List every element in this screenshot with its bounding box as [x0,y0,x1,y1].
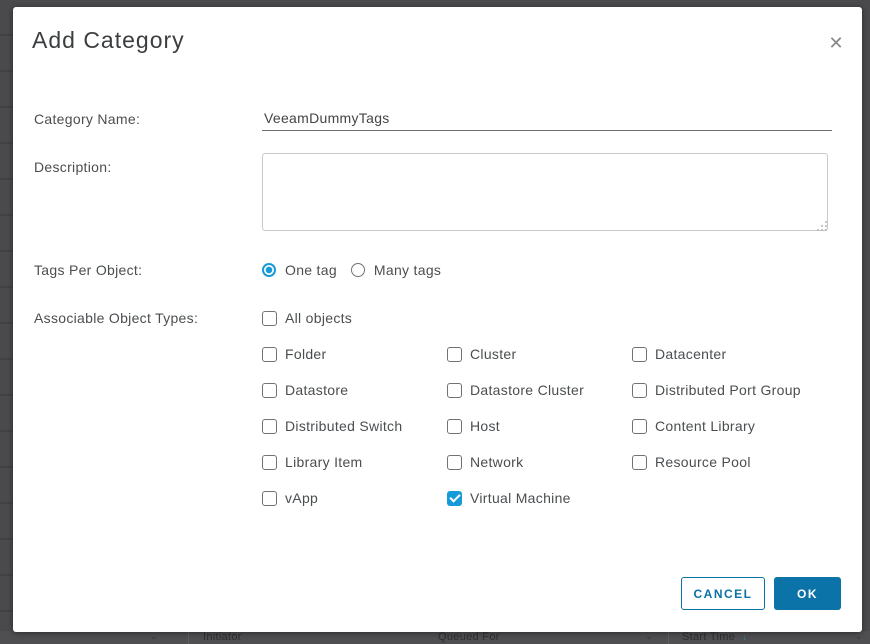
dialog-title: Add Category [32,27,185,54]
checkbox-label: Resource Pool [655,454,751,470]
category-name-input[interactable] [262,105,832,131]
column-header-initiator: Initiator [203,631,242,644]
checkbox-icon [262,311,277,326]
add-category-dialog: Add Category ✕ Category Name: Descriptio… [13,7,862,632]
checkbox-virtual-machine[interactable]: Virtual Machine [447,490,632,506]
checkbox-icon [262,383,277,398]
radio-icon [351,263,365,277]
chevron-down-icon: ⌄ [150,631,158,643]
checkbox-icon [262,491,277,506]
checkbox-icon [447,491,462,506]
associable-object-types-label: Associable Object Types: [34,310,198,326]
checkbox-label: Cluster [470,346,516,362]
checkbox-cluster[interactable]: Cluster [447,346,632,362]
checkbox-label: Host [470,418,500,434]
checkbox-label: vApp [285,490,318,506]
checkbox-label: Library Item [285,454,363,470]
checkbox-icon [447,455,462,470]
background-left-strip [0,0,13,644]
column-divider [188,631,189,644]
checkbox-icon [632,347,647,362]
checkbox-icon [632,419,647,434]
checkbox-label: Virtual Machine [470,490,571,506]
checkbox-icon [262,455,277,470]
checkbox-icon [632,383,647,398]
checkbox-host[interactable]: Host [447,418,632,434]
checkbox-label: Datastore [285,382,348,398]
checkbox-label: Network [470,454,523,470]
checkbox-datacenter[interactable]: Datacenter [632,346,827,362]
checkbox-label: Datacenter [655,346,726,362]
checkbox-label: Distributed Port Group [655,382,801,398]
background-task-table-header: ⌄ Initiator Queued For ⌄ Start Time ↓ ⌄ [0,631,870,644]
ok-button[interactable]: OK [774,577,841,610]
radio-label: Many tags [374,262,441,278]
sort-descending-icon: ↓ [742,631,747,644]
checkbox-label: Datastore Cluster [470,382,584,398]
checkbox-icon [632,455,647,470]
checkbox-library-item[interactable]: Library Item [262,454,447,470]
checkbox-datastore[interactable]: Datastore [262,382,447,398]
radio-many-tags[interactable]: Many tags [351,262,441,278]
checkbox-label: Content Library [655,418,755,434]
checkbox-resource-pool[interactable]: Resource Pool [632,454,827,470]
tags-per-object-label: Tags Per Object: [34,262,142,278]
column-header-queued-for: Queued For [438,631,500,644]
close-icon[interactable]: ✕ [824,31,848,55]
chevron-down-icon: ⌄ [645,631,653,643]
checkbox-network[interactable]: Network [447,454,632,470]
category-name-label: Category Name: [34,111,140,127]
chevron-down-icon: ⌄ [855,631,863,643]
description-textarea[interactable] [262,153,828,231]
checkbox-datastore-cluster[interactable]: Datastore Cluster [447,382,632,398]
column-divider [668,631,669,644]
checkbox-icon [447,347,462,362]
checkbox-folder[interactable]: Folder [262,346,447,362]
checkbox-icon [262,419,277,434]
checkbox-content-library[interactable]: Content Library [632,418,827,434]
checkbox-icon [447,419,462,434]
radio-label: One tag [285,262,337,278]
description-label: Description: [34,159,112,175]
radio-icon [262,263,276,277]
radio-one-tag[interactable]: One tag [262,262,337,278]
checkbox-distributed-port-group[interactable]: Distributed Port Group [632,382,827,398]
checkbox-all-objects[interactable]: All objects [262,310,352,326]
object-types-grid: Folder Cluster Datacenter Datastore Data… [262,346,827,506]
checkbox-icon [447,383,462,398]
tags-per-object-group: One tag Many tags [262,262,441,278]
checkbox-distributed-switch[interactable]: Distributed Switch [262,418,447,434]
column-header-start-time: Start Time [682,631,735,644]
checkbox-icon [262,347,277,362]
checkbox-label: Distributed Switch [285,418,402,434]
cancel-button[interactable]: CANCEL [681,577,765,610]
dialog-footer: CANCEL OK [681,577,841,610]
checkbox-label: Folder [285,346,326,362]
checkbox-label: All objects [285,310,352,326]
checkbox-vapp[interactable]: vApp [262,490,447,506]
